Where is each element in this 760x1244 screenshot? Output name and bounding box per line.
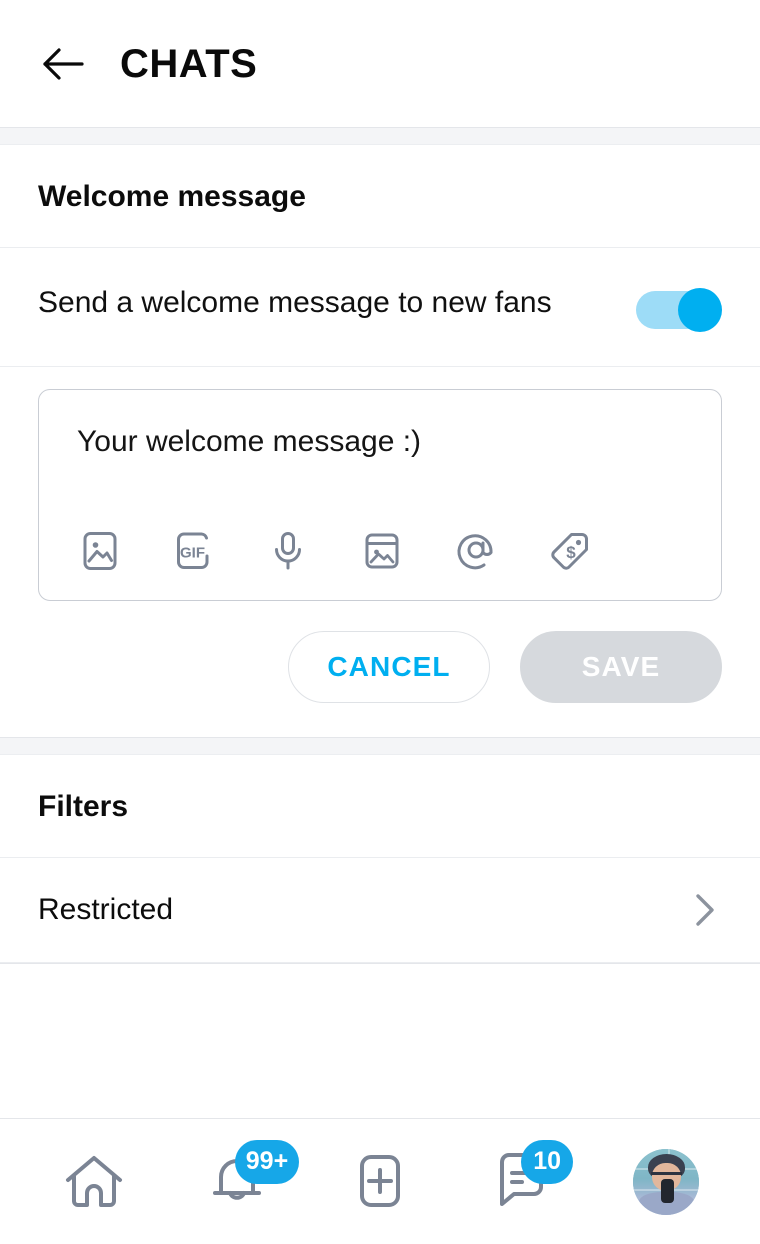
send-welcome-message-label: Send a welcome message to new fans (38, 286, 552, 319)
nav-item-home[interactable] (44, 1136, 144, 1228)
media-vault-icon[interactable] (359, 528, 405, 574)
nav-item-new-post[interactable] (330, 1136, 430, 1228)
back-arrow-icon[interactable] (38, 39, 88, 89)
price-tag-icon[interactable]: $ (547, 528, 593, 574)
microphone-icon[interactable] (265, 528, 311, 574)
content-spacer (0, 964, 760, 1118)
image-icon[interactable] (77, 528, 123, 574)
welcome-message-input-placeholder: Your welcome message :) (77, 425, 422, 458)
app-header: CHATS (0, 0, 760, 127)
nav-item-messages[interactable]: 10 (473, 1136, 574, 1228)
composer-actions: CANCEL SAVE (0, 601, 760, 737)
avatar[interactable] (633, 1148, 700, 1215)
filters-section-header: Filters (0, 755, 760, 858)
gif-icon[interactable]: GIF (171, 528, 217, 574)
notifications-badge: 99+ (234, 1139, 300, 1184)
filters-row-label: Restricted (38, 893, 174, 926)
page-title: CHATS (120, 41, 258, 86)
welcome-message-title: Welcome message (38, 180, 306, 213)
nav-item-profile[interactable] (616, 1136, 716, 1228)
home-icon (65, 1155, 122, 1207)
send-welcome-message-row[interactable]: Send a welcome message to new fans (0, 248, 760, 367)
send-welcome-message-toggle[interactable] (636, 288, 722, 332)
avatar-glasses (651, 1172, 682, 1178)
filters-row-restricted[interactable]: Restricted (0, 858, 760, 963)
plus-square-icon (359, 1154, 400, 1207)
welcome-message-composer-wrap: Your welcome message :) GIF $ (0, 367, 760, 601)
save-button[interactable]: SAVE (520, 631, 722, 703)
cancel-button[interactable]: CANCEL (288, 631, 490, 703)
bottom-navigation-bar: 99+ 10 (0, 1118, 760, 1244)
svg-text:GIF: GIF (180, 545, 205, 562)
section-divider-band (0, 127, 760, 145)
toggle-thumb (678, 288, 722, 332)
messages-badge: 10 (521, 1139, 574, 1184)
filters-title: Filters (38, 790, 129, 823)
chats-settings-screen: CHATS Welcome message Send a welcome mes… (0, 0, 760, 1244)
welcome-message-section-header: Welcome message (0, 145, 760, 248)
at-mention-icon[interactable] (453, 528, 499, 574)
welcome-message-composer[interactable]: Your welcome message :) GIF $ (38, 389, 722, 601)
svg-text:$: $ (566, 543, 576, 562)
composer-icon-bar: GIF $ (77, 528, 683, 574)
section-divider-band-2 (0, 737, 760, 755)
avatar-phone (661, 1178, 675, 1203)
chevron-right-icon (688, 893, 722, 927)
nav-item-notifications[interactable]: 99+ (187, 1136, 300, 1228)
